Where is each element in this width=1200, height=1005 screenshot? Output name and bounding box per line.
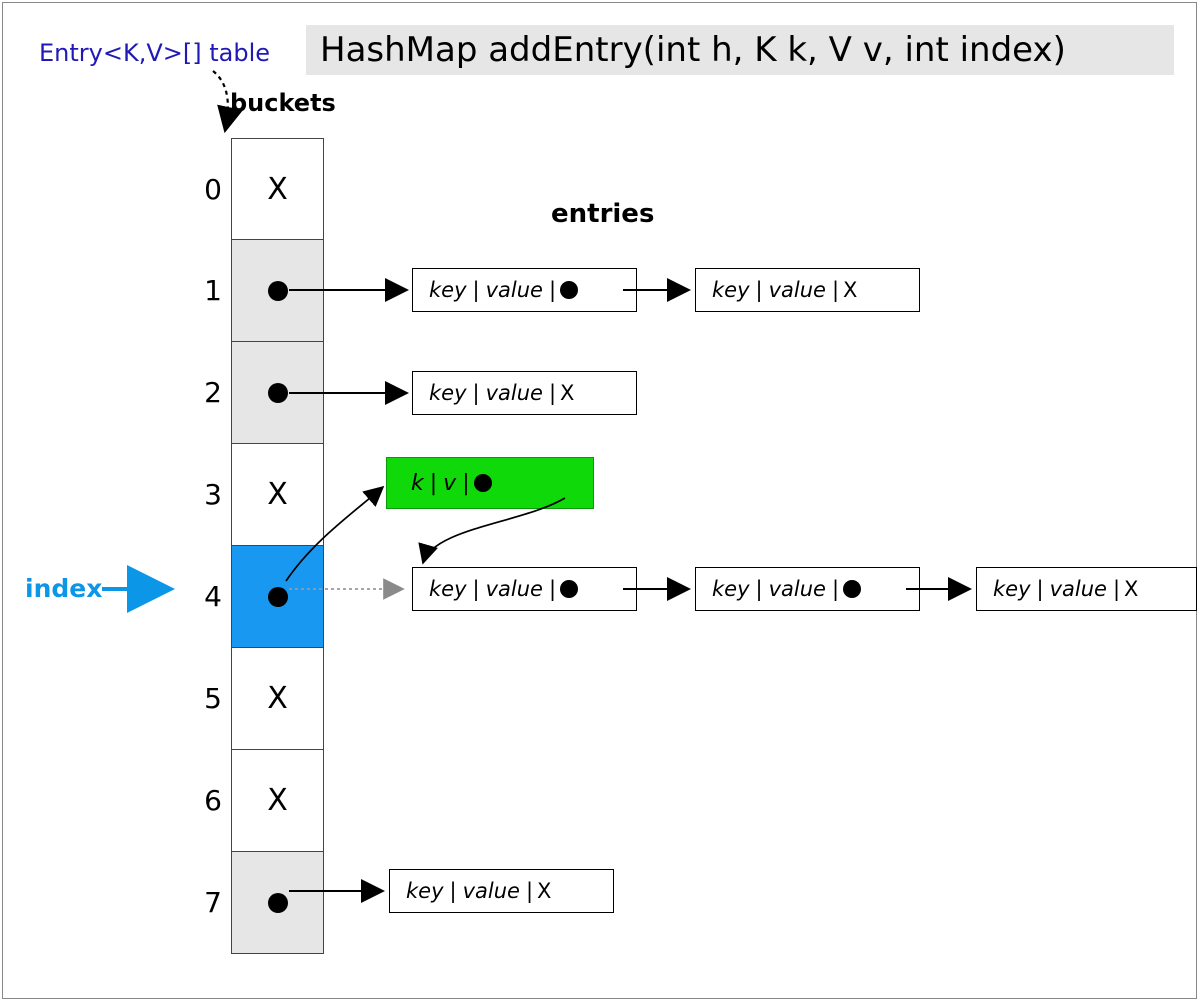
entry-node: key| value| X <box>389 869 614 913</box>
new-entry-value: v <box>437 471 462 496</box>
buckets-heading: buckets <box>230 89 336 117</box>
next-null: X <box>839 278 857 302</box>
entries-heading: entries <box>551 199 654 229</box>
pointer-dot <box>268 383 288 403</box>
bucket-7: 7 <box>231 852 324 954</box>
next-null: X <box>533 879 551 903</box>
bucket-index: 5 <box>184 648 222 749</box>
entry-node: key| value| <box>695 567 920 611</box>
bucket-3: 3X <box>231 444 324 546</box>
null-marker: X <box>267 172 288 207</box>
entry-node: key| value| X <box>412 371 637 415</box>
entry-key: key <box>423 577 473 601</box>
null-marker: X <box>267 783 288 818</box>
arrows-overlay <box>3 3 1200 1005</box>
entry-key: key <box>400 879 450 903</box>
entry-value: value <box>763 278 832 302</box>
null-marker: X <box>267 477 288 512</box>
entry-value: value <box>480 577 549 601</box>
entry-value: value <box>763 577 832 601</box>
bucket-index: 7 <box>184 852 222 953</box>
new-entry-key: k <box>405 471 430 496</box>
entry-value: value <box>457 879 526 903</box>
next-null: X <box>556 381 574 405</box>
bucket-index: 6 <box>184 750 222 851</box>
index-pointer-label: index <box>25 574 102 603</box>
entry-node: key| value| <box>412 567 637 611</box>
next-pointer-dot <box>560 281 578 299</box>
diagram-title: HashMap addEntry(int h, K k, V v, int in… <box>306 25 1174 75</box>
bucket-index: 1 <box>184 240 222 341</box>
next-pointer-dot <box>474 474 492 492</box>
bucket-index: 2 <box>184 342 222 443</box>
bucket-1: 1 <box>231 240 324 342</box>
entry-key: key <box>987 577 1037 601</box>
bucket-5: 5X <box>231 648 324 750</box>
bucket-2: 2 <box>231 342 324 444</box>
bucket-0: 0X <box>231 138 324 240</box>
entry-value: value <box>480 278 549 302</box>
bucket-4: 4 <box>231 546 324 648</box>
next-pointer-dot <box>560 580 578 598</box>
entry-node: key| value| X <box>976 567 1197 611</box>
bucket-index: 0 <box>184 139 222 239</box>
bucket-6: 6X <box>231 750 324 852</box>
entry-key: key <box>423 278 473 302</box>
bucket-index: 4 <box>184 546 222 647</box>
null-marker: X <box>267 681 288 716</box>
entry-key: key <box>706 577 756 601</box>
next-pointer-dot <box>843 580 861 598</box>
pointer-dot <box>268 281 288 301</box>
entry-key: key <box>423 381 473 405</box>
entry-node: key| value| <box>412 268 637 312</box>
entry-value: value <box>1044 577 1113 601</box>
diagram-frame: HashMap addEntry(int h, K k, V v, int in… <box>2 2 1197 999</box>
entry-node: key| value| X <box>695 268 920 312</box>
pointer-dot <box>268 893 288 913</box>
entry-value: value <box>480 381 549 405</box>
new-entry-node: k| v| <box>386 457 594 509</box>
pointer-dot <box>268 587 288 607</box>
bucket-index: 3 <box>184 444 222 545</box>
bucket-array: 0X 1 2 3X 4 5X 6X 7 <box>231 138 324 954</box>
next-null: X <box>1120 577 1138 601</box>
entry-key: key <box>706 278 756 302</box>
table-type-label: Entry<K,V>[] table <box>39 39 270 67</box>
